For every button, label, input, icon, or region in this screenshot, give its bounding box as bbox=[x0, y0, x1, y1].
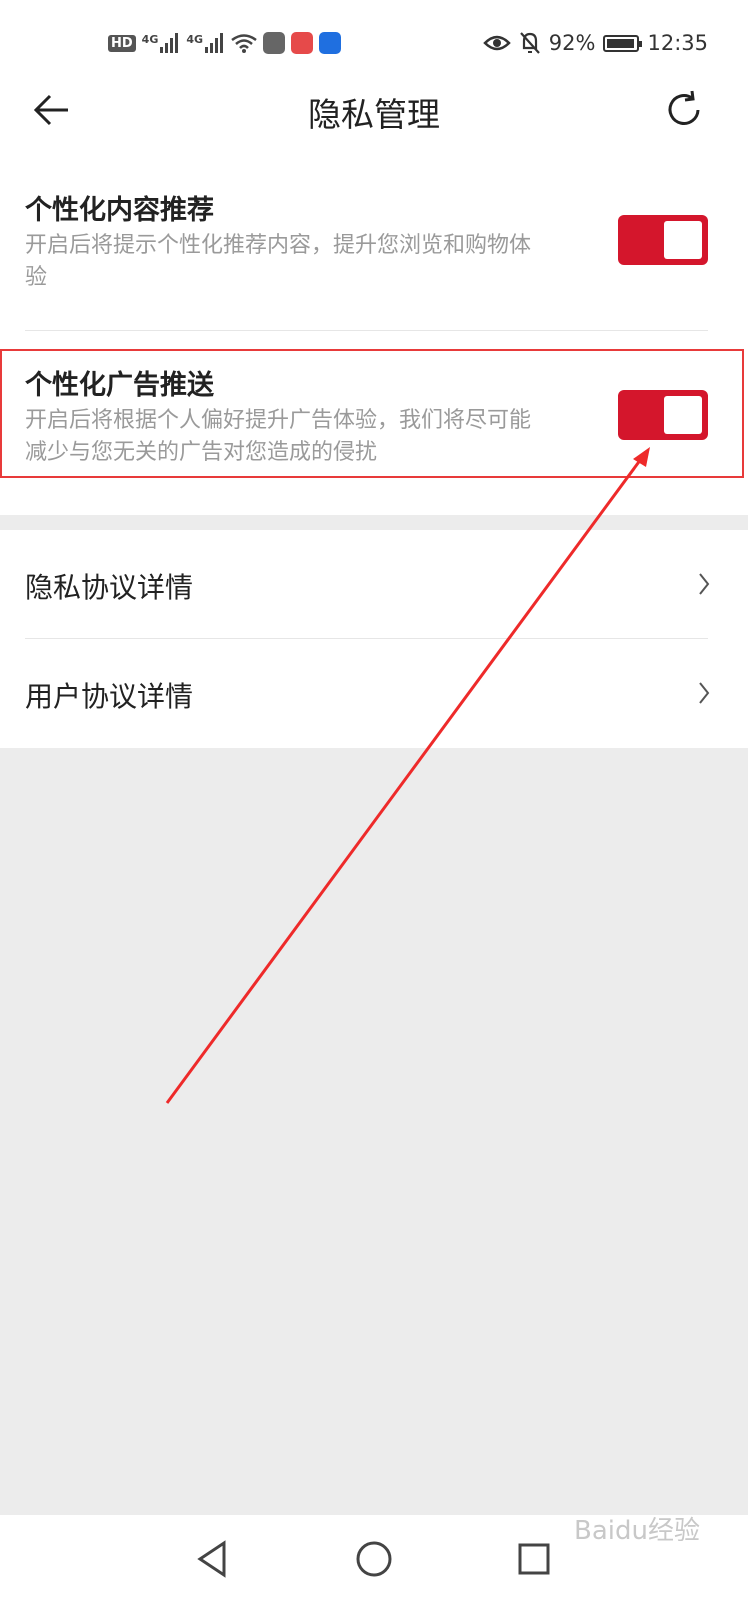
content-recommend-toggle[interactable] bbox=[618, 215, 708, 265]
recents-square-icon[interactable] bbox=[510, 1535, 558, 1583]
setting-title: 个性化内容推荐 bbox=[25, 195, 214, 226]
signal-bars-icon bbox=[160, 33, 179, 53]
refresh-icon[interactable] bbox=[662, 88, 706, 132]
book-app-icon bbox=[291, 32, 314, 54]
status-time: 12:35 bbox=[647, 31, 708, 55]
huawei-app-icon bbox=[263, 32, 286, 54]
setting-personalized-content: 个性化内容推荐 开启后将提示个性化推荐内容，提升您浏览和购物体验 bbox=[0, 180, 748, 330]
privacy-agreement-row[interactable]: 隐私协议详情 bbox=[0, 530, 748, 638]
chevron-right-icon bbox=[699, 573, 710, 595]
bulb-app-icon bbox=[319, 32, 342, 54]
watermark: Baidu经验 bbox=[574, 1516, 700, 1546]
page-title: 隐私管理 bbox=[308, 95, 440, 134]
hd-icon: HD bbox=[108, 34, 136, 52]
signal-icon: 4G bbox=[186, 33, 225, 53]
user-agreement-row[interactable]: 用户协议详情 bbox=[0, 639, 748, 747]
status-left: HD 4G 4G bbox=[108, 28, 342, 58]
wifi-icon bbox=[231, 34, 257, 53]
status-bar: HD 4G 4G 92% 12:35 bbox=[0, 0, 748, 80]
back-triangle-icon[interactable] bbox=[190, 1535, 238, 1583]
setting-description: 开启后将提示个性化推荐内容，提升您浏览和购物体验 bbox=[25, 233, 532, 290]
battery-percent: 92% bbox=[548, 31, 596, 55]
chevron-right-icon bbox=[699, 682, 710, 704]
battery-icon bbox=[603, 34, 643, 52]
mute-bell-icon bbox=[519, 32, 540, 54]
signal-bars-icon bbox=[205, 33, 224, 53]
link-label: 用户协议详情 bbox=[25, 680, 194, 713]
status-right: 92% 12:35 bbox=[483, 28, 708, 58]
home-circle-icon[interactable] bbox=[350, 1535, 398, 1583]
annotation-highlight-box bbox=[0, 349, 744, 478]
signal-icon: 4G bbox=[142, 33, 181, 53]
agreement-links: 隐私协议详情 用户协议详情 bbox=[0, 530, 748, 748]
divider bbox=[25, 330, 708, 331]
toggle-knob bbox=[664, 221, 702, 259]
link-label: 隐私协议详情 bbox=[25, 571, 194, 604]
app-header: 隐私管理 bbox=[0, 80, 748, 140]
eye-icon bbox=[483, 35, 511, 51]
